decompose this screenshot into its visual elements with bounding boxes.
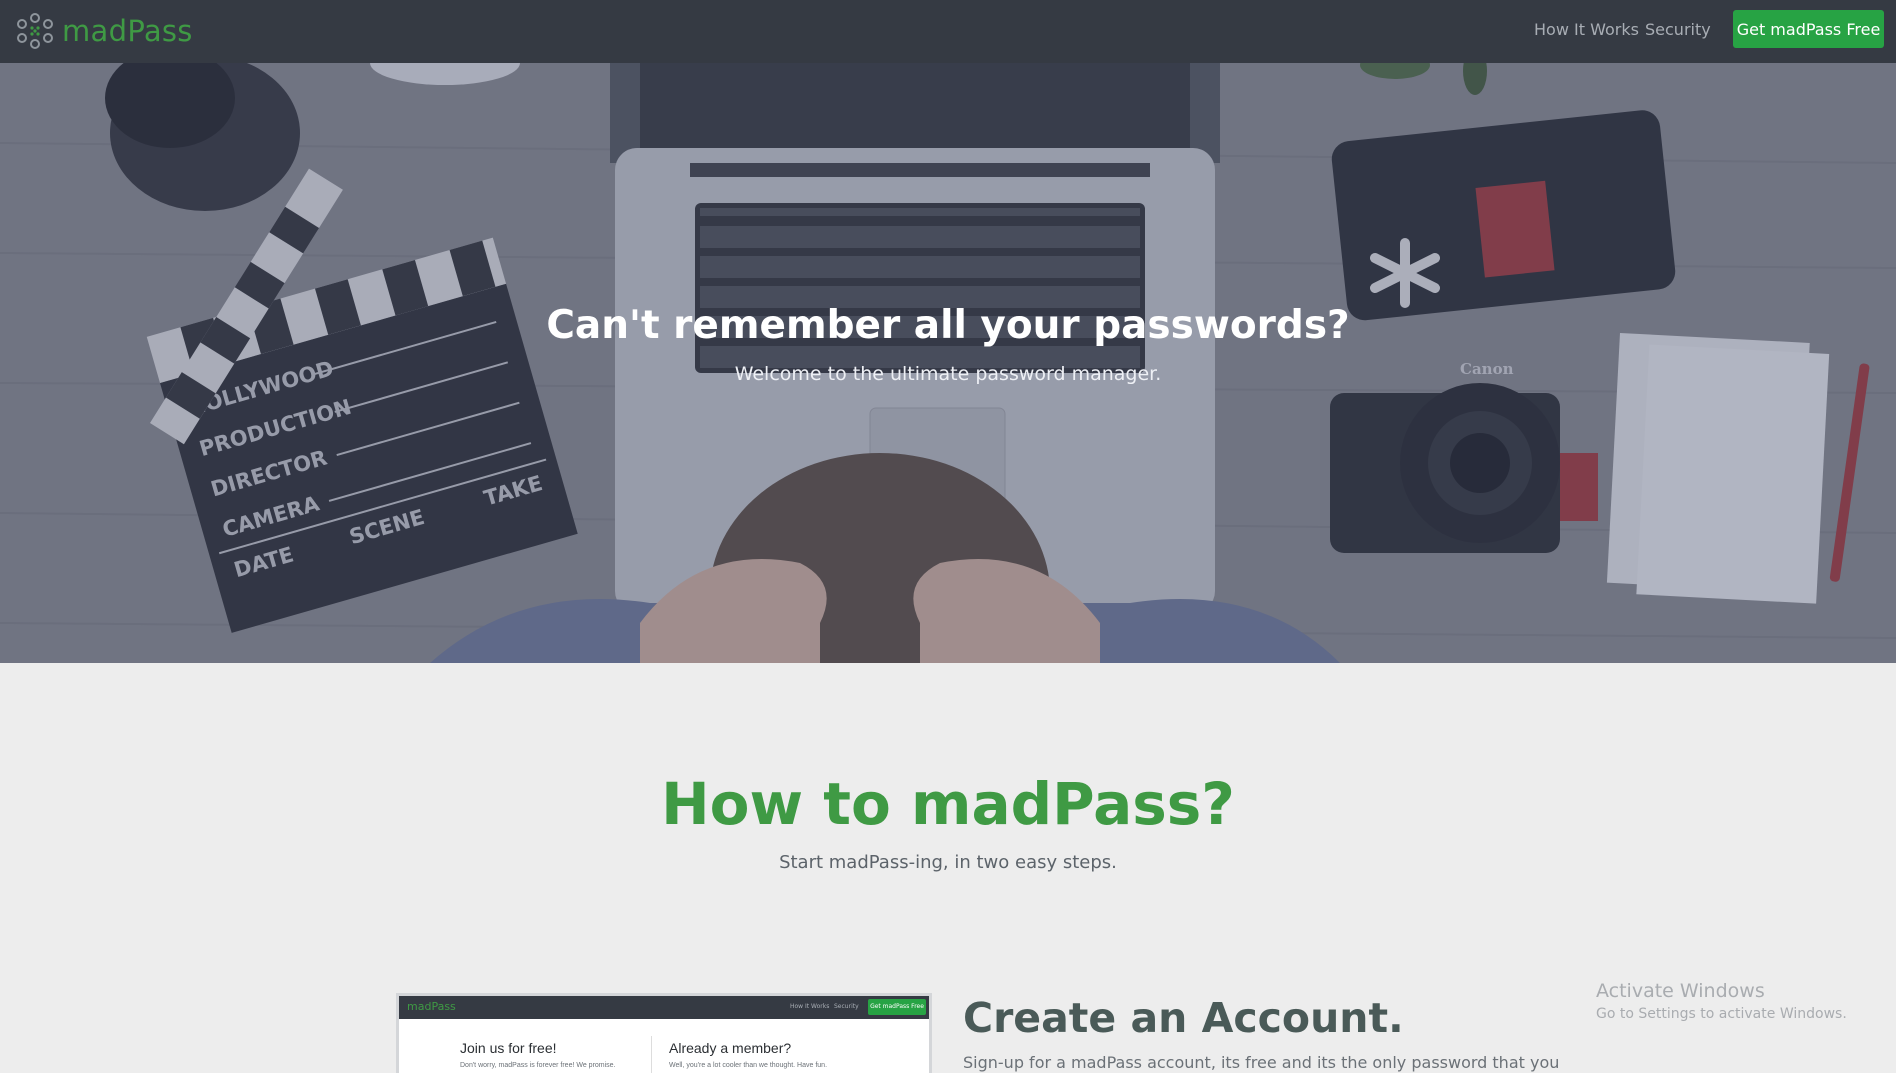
screenshot-navbar: madPass How It Works Security Get madPas…: [399, 996, 929, 1019]
screenshot-member-heading: Already a member?: [669, 1040, 792, 1056]
navbar: madPass How It Works Security Get madPas…: [0, 0, 1896, 63]
screenshot-nav-link: Security: [834, 1003, 859, 1010]
screenshot-nav-link: How It Works: [790, 1003, 830, 1010]
activate-windows-subtitle: Go to Settings to activate Windows.: [1596, 1006, 1847, 1022]
signup-screenshot: madPass How It Works Security Get madPas…: [396, 993, 932, 1073]
activate-windows-title: Activate Windows: [1596, 980, 1765, 1002]
hero-subtitle: Welcome to the ultimate password manager…: [734, 363, 1162, 385]
brand-link[interactable]: madPass: [16, 10, 193, 52]
step-create-account-title: Create an Account.: [963, 994, 1404, 1042]
nav-security[interactable]: Security: [1645, 20, 1711, 39]
hero-banner: HOLLYWOOD PRODUCTION DIRECTOR CAMERA DAT…: [0, 63, 1896, 663]
screenshot-divider: [651, 1036, 652, 1073]
screenshot-member-text: Well, you're a lot cooler than we though…: [669, 1062, 828, 1069]
hero-title: Can't remember all your passwords?: [546, 303, 1350, 348]
network-dots-icon: [17, 13, 53, 49]
how-section-title: How to madPass?: [661, 770, 1235, 838]
screenshot-cta: Get madPass Free: [868, 999, 926, 1015]
step-create-account-text: Sign-up for a madPass account, its free …: [963, 1053, 1560, 1072]
brand-name: madPass: [62, 14, 193, 48]
screenshot-join-text: Don't worry, madPass is forever free! We…: [460, 1062, 616, 1069]
screenshot-join-heading: Join us for free!: [460, 1040, 557, 1056]
screenshot-brand: madPass: [407, 1000, 456, 1013]
nav-how-it-works[interactable]: How It Works: [1534, 20, 1639, 39]
how-section-subtitle: Start madPass-ing, in two easy steps.: [779, 852, 1117, 873]
get-madpass-free-button[interactable]: Get madPass Free: [1733, 10, 1884, 48]
